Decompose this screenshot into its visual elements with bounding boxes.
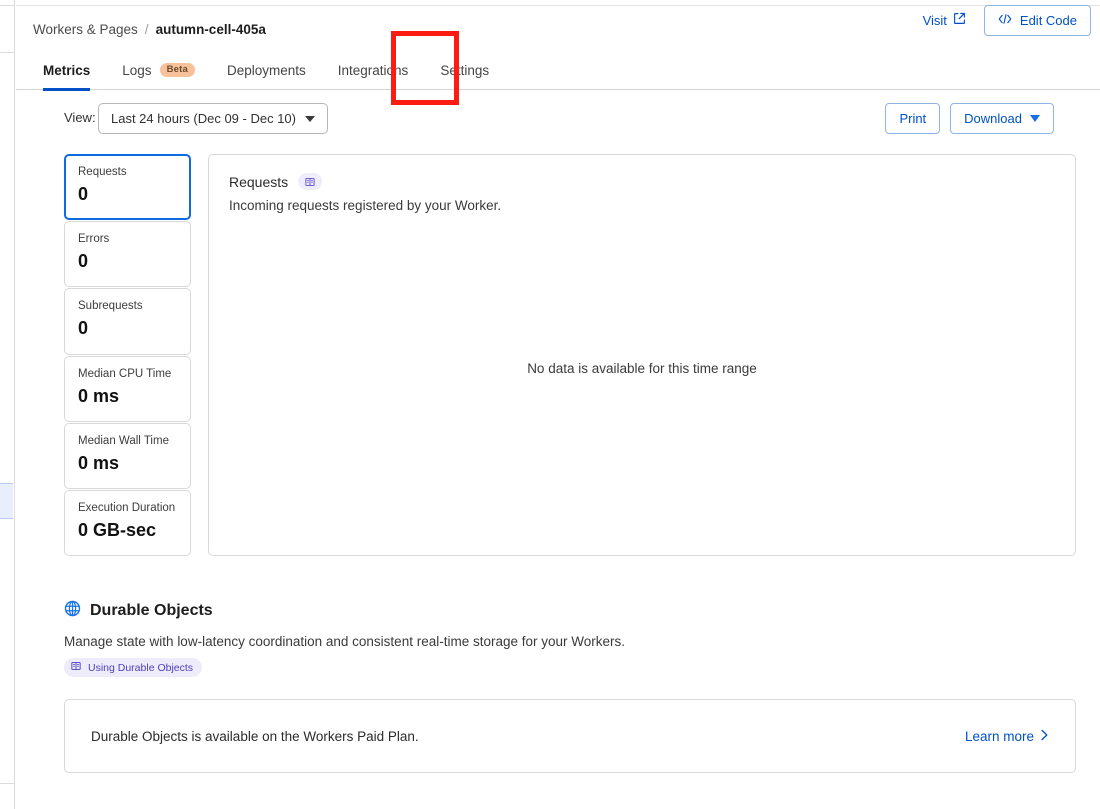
durable-objects-section: Durable Objects Manage state with low-la… — [64, 600, 1076, 773]
tab-metrics[interactable]: Metrics — [33, 50, 106, 91]
tab-logs-label: Logs — [122, 62, 152, 78]
rail-divider-top — [0, 5, 15, 6]
toolbar: View: Last 24 hours (Dec 09 - Dec 10) Pr… — [16, 103, 1100, 135]
durable-objects-upsell-card: Durable Objects is available on the Work… — [64, 699, 1076, 773]
chart-panel: Requests Incoming requests registered by… — [208, 154, 1076, 556]
edit-code-label: Edit Code — [1019, 12, 1077, 28]
chart-header: Requests — [229, 173, 1055, 190]
metric-card-median-wall-time[interactable]: Median Wall Time 0 ms — [64, 422, 191, 489]
rail-divider-bottom — [0, 783, 15, 784]
chevron-right-icon — [1040, 729, 1049, 744]
metric-card-requests[interactable]: Requests 0 — [64, 154, 191, 221]
breadcrumb-current: autumn-cell-405a — [155, 22, 266, 37]
visit-label: Visit — [922, 12, 947, 28]
metric-card-value: 0 ms — [78, 452, 120, 473]
metric-card-value: 0 — [78, 184, 89, 204]
header-actions: Visit Edit Code — [923, 4, 1091, 36]
metric-card-value: 0 — [78, 318, 89, 339]
print-label: Print — [899, 111, 927, 126]
docs-book-icon — [71, 661, 81, 674]
chevron-down-icon — [304, 115, 315, 122]
tab-settings-label: Settings — [440, 62, 490, 78]
tab-settings[interactable]: Settings — [424, 50, 505, 90]
using-durable-objects-badge[interactable]: Using Durable Objects — [64, 658, 203, 677]
metrics-area: Requests 0 Errors 0 Subrequests 0 Median… — [64, 154, 1076, 557]
view-label: View: — [64, 110, 96, 125]
metric-card-label: Errors — [78, 233, 110, 246]
download-label: Download — [964, 111, 1022, 126]
tab-metrics-label: Metrics — [43, 62, 91, 78]
print-button[interactable]: Print — [885, 103, 941, 134]
metric-card-errors[interactable]: Errors 0 — [64, 221, 191, 288]
durable-objects-upsell-text: Durable Objects is available on the Work… — [91, 728, 419, 744]
tab-integrations[interactable]: Integrations — [322, 50, 425, 90]
sidebar-collapse-handle[interactable] — [0, 483, 13, 519]
visit-link[interactable]: Visit — [923, 12, 966, 28]
metric-card-value: 0 — [78, 251, 89, 272]
breadcrumb-parent-link[interactable]: Workers & Pages — [33, 21, 138, 38]
globe-icon — [64, 600, 81, 622]
tab-logs[interactable]: Logs Beta — [106, 50, 211, 90]
docs-book-icon[interactable] — [298, 173, 323, 190]
metric-card-label: Requests — [78, 166, 127, 178]
tab-deployments-label: Deployments — [226, 62, 306, 78]
breadcrumb-separator: / — [144, 22, 149, 37]
download-button[interactable]: Download — [950, 103, 1054, 134]
learn-more-label: Learn more — [964, 728, 1034, 744]
using-durable-objects-label: Using Durable Objects — [88, 661, 194, 674]
time-range-select[interactable]: Last 24 hours (Dec 09 - Dec 10) — [98, 103, 328, 134]
metric-card-value: 0 GB-sec — [78, 519, 157, 540]
metric-card-value: 0 ms — [78, 385, 120, 406]
learn-more-link[interactable]: Learn more — [965, 729, 1049, 744]
time-range-value: Last 24 hours (Dec 09 - Dec 10) — [111, 111, 296, 126]
chart-empty-message: No data is available for this time range — [527, 361, 757, 376]
toolbar-right-actions: Print Download — [885, 103, 1054, 134]
page-container: Workers & Pages / autumn-cell-405a Visit — [16, 0, 1100, 809]
left-rail — [0, 0, 15, 809]
durable-objects-description: Manage state with low-latency coordinati… — [64, 634, 626, 649]
code-icon — [998, 13, 1012, 28]
external-link-icon — [953, 12, 966, 28]
metric-card-label: Subrequests — [78, 300, 143, 313]
rail-divider-middle — [0, 52, 15, 53]
durable-objects-title: Durable Objects — [90, 602, 213, 619]
durable-objects-header: Durable Objects — [64, 600, 1076, 622]
tab-bar: Metrics Logs Beta Deployments Integratio… — [16, 50, 1100, 91]
beta-badge: Beta — [159, 63, 195, 77]
chevron-down-icon — [1030, 115, 1040, 122]
metric-card-list: Requests 0 Errors 0 Subrequests 0 Median… — [64, 154, 191, 557]
metric-card-label: Execution Duration — [78, 501, 176, 514]
metric-card-median-cpu-time[interactable]: Median CPU Time 0 ms — [64, 355, 191, 422]
edit-code-button[interactable]: Edit Code — [983, 4, 1091, 36]
tab-integrations-label: Integrations — [337, 62, 409, 78]
breadcrumb: Workers & Pages / autumn-cell-405a — [33, 21, 266, 38]
chart-title: Requests — [229, 173, 289, 190]
metric-card-subrequests[interactable]: Subrequests 0 — [64, 288, 191, 355]
metric-card-label: Median CPU Time — [78, 367, 172, 380]
metric-card-label: Median Wall Time — [78, 434, 169, 447]
tab-list: Metrics Logs Beta Deployments Integratio… — [33, 50, 505, 91]
tab-deployments[interactable]: Deployments — [211, 50, 322, 90]
metric-card-execution-duration[interactable]: Execution Duration 0 GB-sec — [64, 489, 191, 557]
chart-description: Incoming requests registered by your Wor… — [229, 198, 502, 213]
